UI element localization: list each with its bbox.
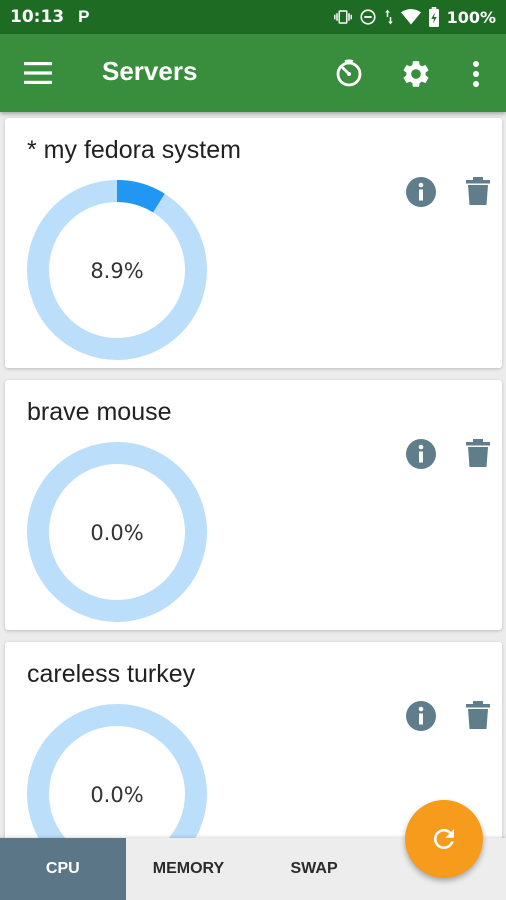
dnd-icon (359, 9, 376, 25)
trash-icon[interactable] (465, 700, 491, 730)
battery-percent: 100% (446, 7, 496, 27)
status-bar: 10:13 P 100% (0, 0, 506, 34)
server-name: * my fedora system (27, 136, 241, 164)
refresh-button[interactable] (405, 800, 483, 878)
info-icon[interactable] (405, 438, 437, 470)
more-vert-icon[interactable] (466, 58, 486, 90)
cpu-percentage: 8.9% (90, 259, 143, 283)
cpu-percentage: 0.0% (90, 521, 143, 545)
trash-icon[interactable] (465, 176, 491, 206)
trash-icon[interactable] (465, 438, 491, 468)
timer-icon[interactable] (334, 58, 364, 88)
cpu-gauge: 0.0% (27, 442, 207, 622)
tab-cpu[interactable]: CPU (0, 838, 126, 900)
cpu-percentage: 0.0% (90, 783, 143, 807)
server-name: brave mouse (27, 398, 172, 426)
data-arrows-icon (384, 9, 393, 25)
app-notification-icon: P (78, 7, 90, 26)
tab-swap[interactable]: SWAP (251, 838, 377, 900)
cpu-gauge: 8.9% (27, 180, 207, 360)
status-icons: 100% (333, 7, 496, 27)
menu-icon[interactable] (22, 58, 56, 88)
vibrate-icon (333, 10, 352, 24)
server-card[interactable]: brave mouse 0.0% (5, 380, 502, 630)
gear-icon[interactable] (400, 58, 432, 90)
server-card[interactable]: * my fedora system 8.9% (5, 118, 502, 368)
page-title: Servers (102, 56, 198, 86)
info-icon[interactable] (405, 176, 437, 208)
gauge-fill (116, 180, 165, 213)
battery-icon (428, 7, 439, 27)
info-icon[interactable] (405, 700, 437, 732)
app-bar: Servers (0, 34, 506, 112)
server-name: careless turkey (27, 660, 196, 688)
refresh-icon (434, 829, 454, 849)
status-time: 10:13 (10, 7, 65, 27)
wifi-icon (400, 9, 421, 25)
tab-memory[interactable]: MEMORY (126, 838, 252, 900)
